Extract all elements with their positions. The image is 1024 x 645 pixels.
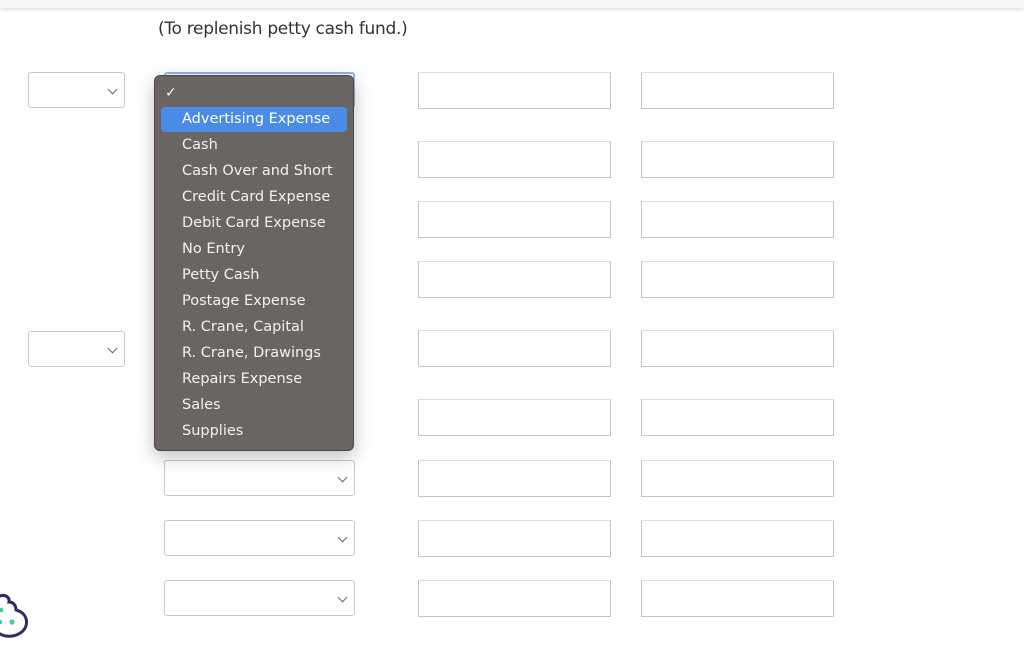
dropdown-option[interactable]: R. Crane, Capital — [161, 315, 347, 340]
account-dropdown-menu[interactable]: ✓ Advertising Expense Cash Cash Over and… — [154, 75, 354, 451]
debit-input[interactable] — [418, 330, 611, 367]
credit-input[interactable] — [641, 580, 834, 617]
account-select-3[interactable] — [164, 520, 355, 556]
chevron-down-icon — [337, 472, 348, 483]
chevron-down-icon — [337, 532, 348, 543]
credit-input[interactable] — [641, 330, 834, 367]
checkmark-icon: ✓ — [165, 85, 177, 101]
credit-input[interactable] — [641, 399, 834, 436]
debit-input[interactable] — [418, 399, 611, 436]
date-select-2[interactable] — [28, 331, 125, 367]
dropdown-option[interactable]: Postage Expense — [161, 289, 347, 314]
chevron-down-icon — [107, 84, 118, 95]
dropdown-option[interactable]: Cash — [161, 133, 347, 158]
dropdown-option[interactable]: Debit Card Expense — [161, 211, 347, 236]
account-select-4[interactable] — [164, 580, 355, 616]
chevron-down-icon — [337, 592, 348, 603]
entry-description: (To replenish petty cash fund.) — [158, 19, 408, 39]
debit-input[interactable] — [418, 261, 611, 298]
credit-input[interactable] — [641, 520, 834, 557]
account-select-2[interactable] — [164, 460, 355, 496]
credit-input[interactable] — [641, 460, 834, 497]
credit-input[interactable] — [641, 261, 834, 298]
debit-input[interactable] — [418, 72, 611, 109]
credit-input[interactable] — [641, 72, 834, 109]
chevron-down-icon — [107, 343, 118, 354]
top-bar — [0, 0, 1024, 8]
dropdown-option[interactable]: Credit Card Expense — [161, 185, 347, 210]
dropdown-option[interactable]: Repairs Expense — [161, 367, 347, 392]
dropdown-option[interactable]: Petty Cash — [161, 263, 347, 288]
debit-input[interactable] — [418, 201, 611, 238]
debit-input[interactable] — [418, 141, 611, 178]
debit-input[interactable] — [418, 460, 611, 497]
dropdown-option[interactable]: Cash Over and Short — [161, 159, 347, 184]
debit-input[interactable] — [418, 520, 611, 557]
dropdown-option[interactable]: Sales — [161, 393, 347, 418]
credit-input[interactable] — [641, 141, 834, 178]
cookie-icon[interactable] — [0, 592, 34, 642]
dropdown-option[interactable]: No Entry — [161, 237, 347, 262]
dropdown-option[interactable]: Advertising Expense — [161, 107, 347, 132]
date-select-1[interactable] — [28, 72, 125, 108]
debit-input[interactable] — [418, 580, 611, 617]
credit-input[interactable] — [641, 201, 834, 238]
dropdown-option[interactable]: R. Crane, Drawings — [161, 341, 347, 366]
dropdown-option[interactable]: Supplies — [161, 419, 347, 444]
